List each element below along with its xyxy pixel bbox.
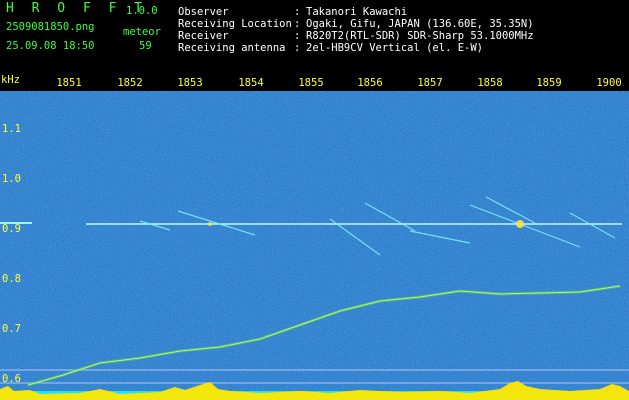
x-tick-label: 1858: [477, 77, 503, 89]
header-panel: H R O F F T 1.0.0 2509081850.png 25.09.0…: [0, 0, 629, 73]
info-sep-antenna: :: [294, 42, 301, 54]
y-tick-label: 1.1: [2, 123, 21, 135]
y-tick-label: 0.7: [2, 323, 21, 335]
x-tick-label: 1851: [56, 77, 82, 89]
x-tick-label: 1857: [417, 77, 443, 89]
x-tick-label: 1859: [536, 77, 562, 89]
info-key-observer: Observer: [178, 6, 229, 18]
info-value-receiver: R820T2(RTL-SDR) SDR-Sharp 53.1000MHz: [306, 30, 534, 42]
info-sep-receiver: :: [294, 30, 301, 42]
x-tick-label: 1853: [177, 77, 203, 89]
meteor-head-echo: [208, 222, 212, 226]
meteor-head-echo: [516, 220, 524, 228]
y-tick-label: 1.0: [2, 173, 21, 185]
x-axis-tick-bar: 1851 1852 1853 1854 1855 1856 1857 1858 …: [0, 73, 629, 91]
info-value-location: Ogaki, Gifu, JAPAN (136.60E, 35.35N): [306, 18, 534, 30]
app-version: 1.0.0: [126, 5, 158, 17]
y-axis-unit: kHz: [1, 74, 20, 86]
x-tick-label: 1900: [596, 77, 622, 89]
y-tick-label: 0.9: [2, 223, 21, 235]
info-value-antenna: 2el-HB9CV Vertical (el. E-W): [306, 42, 484, 54]
info-key-antenna: Receiving antenna: [178, 42, 286, 54]
info-value-observer: Takanori Kawachi: [306, 6, 408, 18]
info-key-location: Receiving Location: [178, 18, 292, 30]
spectrogram-noise: [0, 91, 629, 400]
y-tick-label: 0.8: [2, 273, 21, 285]
x-tick-label: 1854: [238, 77, 264, 89]
spectrogram-plot: [0, 91, 629, 400]
file-name: 2509081850.png: [6, 21, 95, 33]
info-sep-observer: :: [294, 6, 301, 18]
y-tick-label: 0.6: [2, 373, 21, 385]
info-key-receiver: Receiver: [178, 30, 229, 42]
info-sep-location: :: [294, 18, 301, 30]
file-datetime: 25.09.08 18:50: [6, 40, 95, 52]
meteor-count: 59: [139, 40, 152, 52]
x-tick-label: 1855: [298, 77, 324, 89]
x-tick-label: 1856: [357, 77, 383, 89]
x-tick-label: 1852: [117, 77, 143, 89]
meteor-label: meteor: [123, 26, 161, 38]
